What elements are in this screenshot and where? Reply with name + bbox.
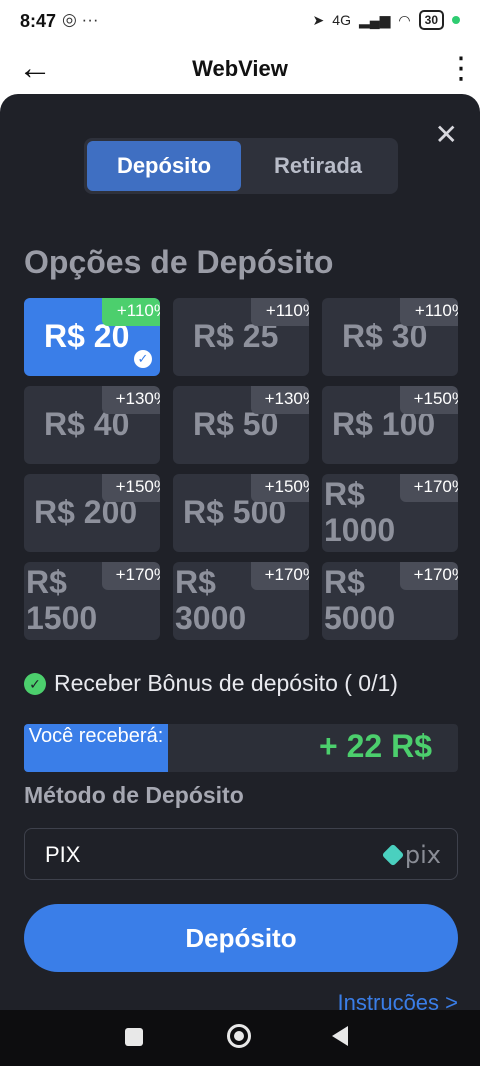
pix-logo: pix: [381, 841, 441, 869]
more-vertical-icon[interactable]: ⋮: [446, 50, 476, 90]
deposit-button[interactable]: Depósito: [24, 904, 458, 972]
bonus-badge: +130%: [102, 386, 160, 414]
deposit-option[interactable]: R$ 40 +130%: [24, 386, 160, 464]
receive-label: Você receberá:: [24, 724, 168, 772]
deposit-option[interactable]: R$ 25 +110%: [173, 298, 309, 376]
deposit-option[interactable]: R$ 3000 +170%: [173, 562, 309, 640]
deposit-options-grid: R$ 20 +110% ✓ R$ 25 +110% R$ 30 +110% R$…: [24, 298, 458, 640]
bonus-percent: +130%: [264, 389, 309, 408]
deposit-option[interactable]: R$ 1000 +170%: [322, 474, 458, 552]
payment-method-select[interactable]: PIX pix: [24, 828, 458, 880]
bonus-percent: +150%: [264, 477, 309, 496]
system-nav-bar: [0, 1010, 480, 1066]
app-title: WebView: [192, 56, 288, 81]
close-icon[interactable]: ✕: [435, 118, 458, 151]
options-title: Opções de Depósito: [24, 244, 334, 280]
deposit-option[interactable]: R$ 5000 +170%: [322, 562, 458, 640]
bonus-percent: +110%: [265, 301, 309, 320]
method-value: PIX: [45, 842, 81, 867]
app-bar: ← WebView ⋮: [0, 44, 480, 94]
deposit-option[interactable]: R$ 200 +150%: [24, 474, 160, 552]
bonus-badge: +170%: [251, 562, 309, 590]
notification-icons: ◎ ···: [62, 10, 99, 29]
bonus-badge: +110%: [102, 298, 160, 326]
location-icon: ➤: [312, 11, 325, 28]
method-title: Método de Depósito: [24, 782, 244, 808]
deposit-option[interactable]: R$ 500 +150%: [173, 474, 309, 552]
tab-retirada[interactable]: Retirada: [241, 141, 395, 191]
recents-icon[interactable]: [125, 1028, 143, 1046]
bonus-badge: +150%: [102, 474, 160, 502]
home-icon[interactable]: [227, 1024, 251, 1048]
bonus-percent: +130%: [115, 389, 160, 408]
bonus-badge: +130%: [251, 386, 309, 414]
receive-value: + 22 R$: [319, 728, 432, 764]
receive-summary: Você receberá: + 22 R$: [24, 724, 458, 772]
bonus-badge: +150%: [251, 474, 309, 502]
battery-icon: 30: [418, 10, 444, 30]
deposit-option[interactable]: R$ 50 +130%: [173, 386, 309, 464]
bonus-percent: +150%: [413, 389, 458, 408]
bonus-badge: +170%: [400, 474, 458, 502]
bonus-percent: +170%: [115, 565, 160, 584]
bonus-badge: +110%: [400, 298, 458, 326]
tab-bar: Depósito Retirada: [84, 138, 398, 194]
status-time: 8:47: [20, 11, 57, 31]
status-right-icons: ➤ 4G ▂▄▆ ◠ 30: [313, 10, 460, 30]
check-circle-icon[interactable]: ✓: [24, 672, 46, 695]
wifi-icon: ◠: [398, 11, 411, 28]
network-label: 4G: [332, 12, 351, 28]
back-triangle-icon[interactable]: [332, 1026, 348, 1046]
deposit-option[interactable]: R$ 30 +110%: [322, 298, 458, 376]
status-bar: 8:47 ◎ ··· ➤ 4G ▂▄▆ ◠ 30: [0, 0, 480, 44]
bonus-percent: +150%: [115, 477, 160, 496]
signal-icon: ▂▄▆: [358, 11, 391, 28]
bonus-percent: +110%: [116, 301, 160, 320]
bonus-percent: +170%: [264, 565, 309, 584]
bonus-percent: +170%: [413, 477, 458, 496]
bonus-percent: +170%: [413, 565, 458, 584]
check-icon: ✓: [134, 350, 152, 368]
instructions-link[interactable]: Instruções >: [338, 990, 458, 1010]
deposit-option[interactable]: R$ 20 +110% ✓: [24, 298, 160, 376]
pix-logo-text: pix: [404, 841, 441, 869]
bonus-badge: +150%: [400, 386, 458, 414]
recording-dot-icon: [452, 16, 460, 24]
deposit-option[interactable]: R$ 1500 +170%: [24, 562, 160, 640]
pix-diamond-icon: [381, 843, 405, 867]
bonus-badge: +170%: [102, 562, 160, 590]
bonus-toggle[interactable]: ✓ Receber Bônus de depósito ( 0/1): [24, 670, 398, 697]
bonus-percent: +110%: [414, 301, 458, 320]
deposit-option[interactable]: R$ 100 +150%: [322, 386, 458, 464]
tab-deposito[interactable]: Depósito: [87, 141, 241, 191]
bonus-label: Receber Bônus de depósito ( 0/1): [54, 670, 398, 696]
deposit-modal: ✕ Depósito Retirada Opções de Depósito R…: [0, 94, 480, 1010]
bonus-badge: +170%: [400, 562, 458, 590]
bonus-badge: +110%: [251, 298, 309, 326]
